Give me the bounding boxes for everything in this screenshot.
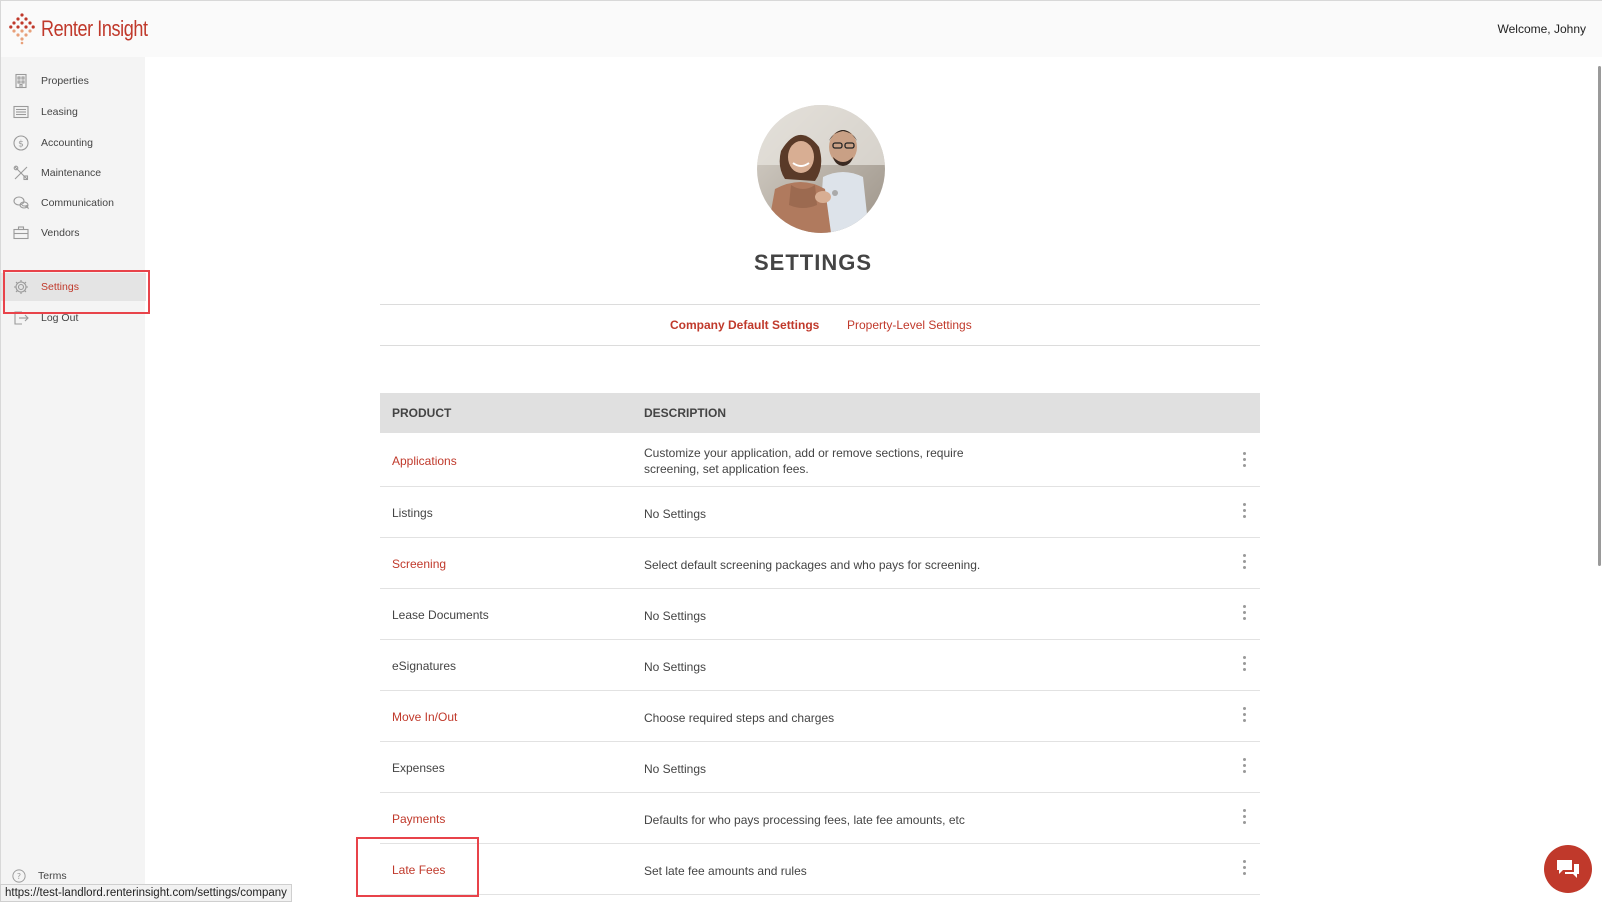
chat-bubbles-icon <box>13 196 29 210</box>
tab-property-level-settings[interactable]: Property-Level Settings <box>847 318 972 332</box>
list-icon <box>13 105 29 119</box>
svg-text:?: ? <box>17 872 21 881</box>
product-description: Set late fee amounts and rules <box>644 864 807 878</box>
row-menu-kebab-icon[interactable] <box>1240 503 1248 521</box>
chat-button[interactable] <box>1544 845 1592 893</box>
row-menu-kebab-icon[interactable] <box>1240 452 1248 470</box>
building-icon <box>15 73 27 89</box>
top-bar: Renter Insight Welcome, Johny <box>0 0 1602 57</box>
product-link-move-in-out[interactable]: Move In/Out <box>392 710 457 724</box>
table-row: Expenses No Settings <box>380 742 1260 793</box>
row-menu-kebab-icon[interactable] <box>1240 554 1248 572</box>
settings-highlight-box <box>3 270 150 314</box>
row-menu-kebab-icon[interactable] <box>1240 707 1248 725</box>
sidebar-item-label: Properties <box>41 75 89 87</box>
logo-diamond-icon <box>9 13 35 45</box>
sidebar-item-label: Communication <box>41 197 114 209</box>
sidebar-item-label: Leasing <box>41 106 78 118</box>
table-row: Applications Customize your application,… <box>380 433 1260 487</box>
svg-text:$: $ <box>18 140 24 150</box>
table-header: PRODUCT DESCRIPTION <box>380 393 1260 433</box>
product-description: Choose required steps and charges <box>644 711 835 725</box>
couple-photo-avatar <box>757 105 885 233</box>
row-menu-kebab-icon[interactable] <box>1240 656 1248 674</box>
column-header-description: DESCRIPTION <box>644 406 727 420</box>
page-title: SETTINGS <box>753 250 872 275</box>
product-description: No Settings <box>644 507 707 521</box>
product-name-listings: Listings <box>392 506 433 520</box>
product-description: No Settings <box>644 609 707 623</box>
product-description: No Settings <box>644 660 707 674</box>
product-name-expenses: Expenses <box>392 761 445 775</box>
product-link-applications[interactable]: Applications <box>392 454 457 468</box>
settings-tabs: Company Default Settings Property-Level … <box>380 304 1260 346</box>
sidebar-item-maintenance[interactable]: Maintenance <box>1 159 146 187</box>
product-description: Defaults for who pays processing fees, l… <box>644 813 965 827</box>
briefcase-icon <box>13 226 29 240</box>
sidebar-item-properties[interactable]: Properties <box>1 67 146 95</box>
sidebar-item-leasing[interactable]: Leasing <box>1 98 146 126</box>
dollar-icon: $ <box>13 135 29 151</box>
row-menu-kebab-icon[interactable] <box>1240 605 1248 623</box>
product-link-screening[interactable]: Screening <box>392 557 446 571</box>
product-description: Select default screening packages and wh… <box>644 558 981 572</box>
product-name-esignatures: eSignatures <box>392 659 457 673</box>
tab-company-default-settings[interactable]: Company Default Settings <box>670 318 819 332</box>
status-bar-url: https://test-landlord.renterinsight.com/… <box>0 884 292 902</box>
table-row: eSignatures No Settings <box>380 640 1260 691</box>
product-name-lease-documents: Lease Documents <box>392 608 489 622</box>
table-row: Move In/Out Choose required steps and ch… <box>380 691 1260 742</box>
product-link-payments[interactable]: Payments <box>392 812 445 826</box>
sidebar-item-vendors[interactable]: Vendors <box>1 219 146 247</box>
help-circle-icon: ? <box>12 869 26 883</box>
table-row: Payments Defaults for who pays processin… <box>380 793 1260 844</box>
product-description: No Settings <box>644 762 707 776</box>
chat-icon <box>1557 860 1579 878</box>
terms-label: Terms <box>38 870 67 882</box>
row-menu-kebab-icon[interactable] <box>1240 809 1248 827</box>
logo-text: Renter Insight <box>41 16 148 41</box>
row-menu-kebab-icon[interactable] <box>1240 860 1248 878</box>
sidebar-item-label: Vendors <box>41 227 80 239</box>
table-row: Listings No Settings <box>380 487 1260 538</box>
welcome-text[interactable]: Welcome, Johny <box>1498 22 1586 36</box>
logo[interactable]: Renter Insight <box>9 11 171 47</box>
terms-link[interactable]: ? Terms <box>12 869 67 883</box>
sidebar-item-accounting[interactable]: $ Accounting <box>1 129 146 157</box>
sidebar-item-communication[interactable]: Communication <box>1 189 146 217</box>
late-fees-highlight-box <box>356 837 479 897</box>
sidebar: Properties Leasing $ Accounting Maintena… <box>0 57 146 902</box>
product-description: Customize your application, add or remov… <box>644 446 964 476</box>
table-row: Lease Documents No Settings <box>380 589 1260 640</box>
column-header-product: PRODUCT <box>392 406 452 420</box>
row-menu-kebab-icon[interactable] <box>1240 758 1248 776</box>
sidebar-item-label: Accounting <box>41 137 93 149</box>
page-scrollbar[interactable] <box>1598 66 1601 566</box>
table-row: Late Fees Set late fee amounts and rules <box>380 844 1260 895</box>
table-row: Screening Select default screening packa… <box>380 538 1260 589</box>
tools-icon <box>13 165 29 181</box>
sidebar-item-label: Maintenance <box>41 167 102 179</box>
